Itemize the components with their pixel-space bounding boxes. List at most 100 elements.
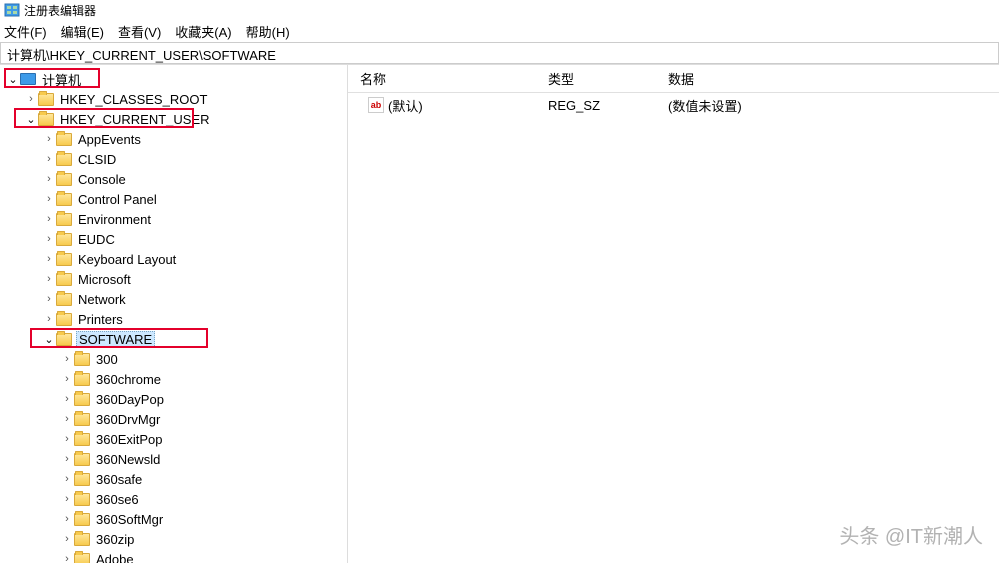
menu-help[interactable]: 帮助(H) xyxy=(246,22,290,40)
folder-icon xyxy=(74,553,90,563)
tree-label: 360SoftMgr xyxy=(94,512,165,527)
address-bar[interactable]: 计算机\HKEY_CURRENT_USER\SOFTWARE xyxy=(0,42,999,64)
tree-hkcu-child-8[interactable]: › Network xyxy=(0,289,347,309)
folder-icon xyxy=(56,333,72,346)
folder-icon xyxy=(74,393,90,406)
tree-software-child-4[interactable]: › 360ExitPop xyxy=(0,429,347,449)
chevron-right-icon: › xyxy=(60,393,74,405)
tree-label: 360safe xyxy=(94,472,144,487)
menu-favorites[interactable]: 收藏夹(A) xyxy=(175,22,231,40)
value-row-default[interactable]: ab (默认) REG_SZ (数值未设置) xyxy=(348,93,999,117)
chevron-right-icon: › xyxy=(42,233,56,245)
tree-label: 300 xyxy=(94,352,120,367)
tree-hkcu-child-4[interactable]: ›Environment xyxy=(0,209,347,229)
folder-icon xyxy=(56,213,72,226)
tree-software-child-2[interactable]: › 360DayPop xyxy=(0,389,347,409)
menubar: 文件(F) 编辑(E) 查看(V) 收藏夹(A) 帮助(H) xyxy=(0,20,999,42)
tree-label: Microsoft xyxy=(76,272,133,287)
chevron-right-icon: › xyxy=(24,93,38,105)
regedit-icon xyxy=(4,2,20,18)
chevron-down-icon: ⌄ xyxy=(42,333,56,346)
tree-software-child-7[interactable]: › 360se6 xyxy=(0,489,347,509)
chevron-right-icon: › xyxy=(60,353,74,365)
string-value-icon: ab xyxy=(368,97,384,113)
tree-software-child-0[interactable]: › 300 xyxy=(0,349,347,369)
window-title: 注册表编辑器 xyxy=(24,2,96,19)
tree-software-child-8[interactable]: › 360SoftMgr xyxy=(0,509,347,529)
tree-label: 360se6 xyxy=(94,492,141,507)
tree-hkcu[interactable]: ⌄ HKEY_CURRENT_USER xyxy=(0,109,347,129)
folder-icon xyxy=(38,113,54,126)
folder-icon xyxy=(74,533,90,546)
folder-icon xyxy=(56,153,72,166)
tree-software-child-1[interactable]: › 360chrome xyxy=(0,369,347,389)
folder-icon xyxy=(74,373,90,386)
value-list-panel: 名称 类型 数据 ab (默认) REG_SZ (数值未设置) xyxy=(348,65,999,563)
folder-icon xyxy=(74,513,90,526)
chevron-down-icon: ⌄ xyxy=(6,73,20,86)
chevron-right-icon: › xyxy=(60,433,74,445)
tree-label: Network xyxy=(76,292,128,307)
tree-label: 360ExitPop xyxy=(94,432,165,447)
tree-label: 360DayPop xyxy=(94,392,166,407)
folder-icon xyxy=(74,473,90,486)
chevron-right-icon: › xyxy=(42,253,56,265)
folder-icon xyxy=(38,93,54,106)
main-content: ⌄计算机 › HKEY_CLASSES_ROOT ⌄ HKEY_CURRENT_USER… xyxy=(0,64,999,563)
col-data[interactable]: 数据 xyxy=(668,69,999,88)
col-type[interactable]: 类型 xyxy=(548,69,668,88)
value-type: REG_SZ xyxy=(548,98,668,113)
chevron-right-icon: › xyxy=(42,213,56,225)
menu-file[interactable]: 文件(F) xyxy=(4,22,47,40)
chevron-right-icon: › xyxy=(60,473,74,485)
chevron-right-icon: › xyxy=(60,413,74,425)
chevron-right-icon: › xyxy=(60,513,74,525)
folder-icon xyxy=(56,193,72,206)
menu-edit[interactable]: 编辑(E) xyxy=(61,22,104,40)
tree-label: AppEvents xyxy=(76,132,143,147)
value-name: (默认) xyxy=(388,96,423,115)
tree-hkcr[interactable]: › HKEY_CLASSES_ROOT xyxy=(0,89,347,109)
tree-hkcu-child-9[interactable]: ›Printers xyxy=(0,309,347,329)
folder-icon xyxy=(56,253,72,266)
chevron-right-icon: › xyxy=(60,453,74,465)
chevron-right-icon: › xyxy=(42,293,56,305)
tree-label: HKEY_CLASSES_ROOT xyxy=(58,92,209,107)
folder-icon xyxy=(56,273,72,286)
tree-label: 360DrvMgr xyxy=(94,412,162,427)
titlebar: 注册表编辑器 xyxy=(0,0,999,20)
tree-software-child-10[interactable]: ›Adobe xyxy=(0,549,347,563)
list-header: 名称 类型 数据 xyxy=(348,65,999,93)
tree-hkcu-child-1[interactable]: ›CLSID xyxy=(0,149,347,169)
tree-panel[interactable]: ⌄计算机 › HKEY_CLASSES_ROOT ⌄ HKEY_CURRENT_USER… xyxy=(0,65,348,563)
tree-software-child-6[interactable]: › 360safe xyxy=(0,469,347,489)
tree-software-child-5[interactable]: › 360Newsld xyxy=(0,449,347,469)
folder-icon xyxy=(56,233,72,246)
tree-label: 360Newsld xyxy=(94,452,162,467)
tree-label: HKEY_CURRENT_USER xyxy=(58,112,212,127)
tree-hkcu-child-0[interactable]: ›AppEvents xyxy=(0,129,347,149)
tree-software[interactable]: ⌄SOFTWARE xyxy=(0,329,347,349)
tree-label: EUDC xyxy=(76,232,117,247)
tree-software-child-9[interactable]: ›360zip xyxy=(0,529,347,549)
tree-hkcu-child-2[interactable]: ›Console xyxy=(0,169,347,189)
chevron-right-icon: › xyxy=(60,373,74,385)
chevron-down-icon: ⌄ xyxy=(24,113,38,126)
tree-root[interactable]: ⌄计算机 xyxy=(0,69,347,89)
chevron-right-icon: › xyxy=(42,273,56,285)
col-name[interactable]: 名称 xyxy=(348,69,548,88)
folder-icon xyxy=(56,293,72,306)
tree-hkcu-child-6[interactable]: ›Keyboard Layout xyxy=(0,249,347,269)
menu-view[interactable]: 查看(V) xyxy=(118,22,161,40)
folder-icon xyxy=(74,353,90,366)
folder-icon xyxy=(56,173,72,186)
folder-icon xyxy=(56,133,72,146)
folder-icon xyxy=(74,433,90,446)
tree-software-child-3[interactable]: › 360DrvMgr xyxy=(0,409,347,429)
chevron-right-icon: › xyxy=(42,193,56,205)
chevron-right-icon: › xyxy=(60,493,74,505)
tree-hkcu-child-3[interactable]: ›Control Panel xyxy=(0,189,347,209)
tree-hkcu-child-5[interactable]: › EUDC xyxy=(0,229,347,249)
tree-hkcu-child-7[interactable]: › Microsoft xyxy=(0,269,347,289)
tree-label: 360chrome xyxy=(94,372,163,387)
